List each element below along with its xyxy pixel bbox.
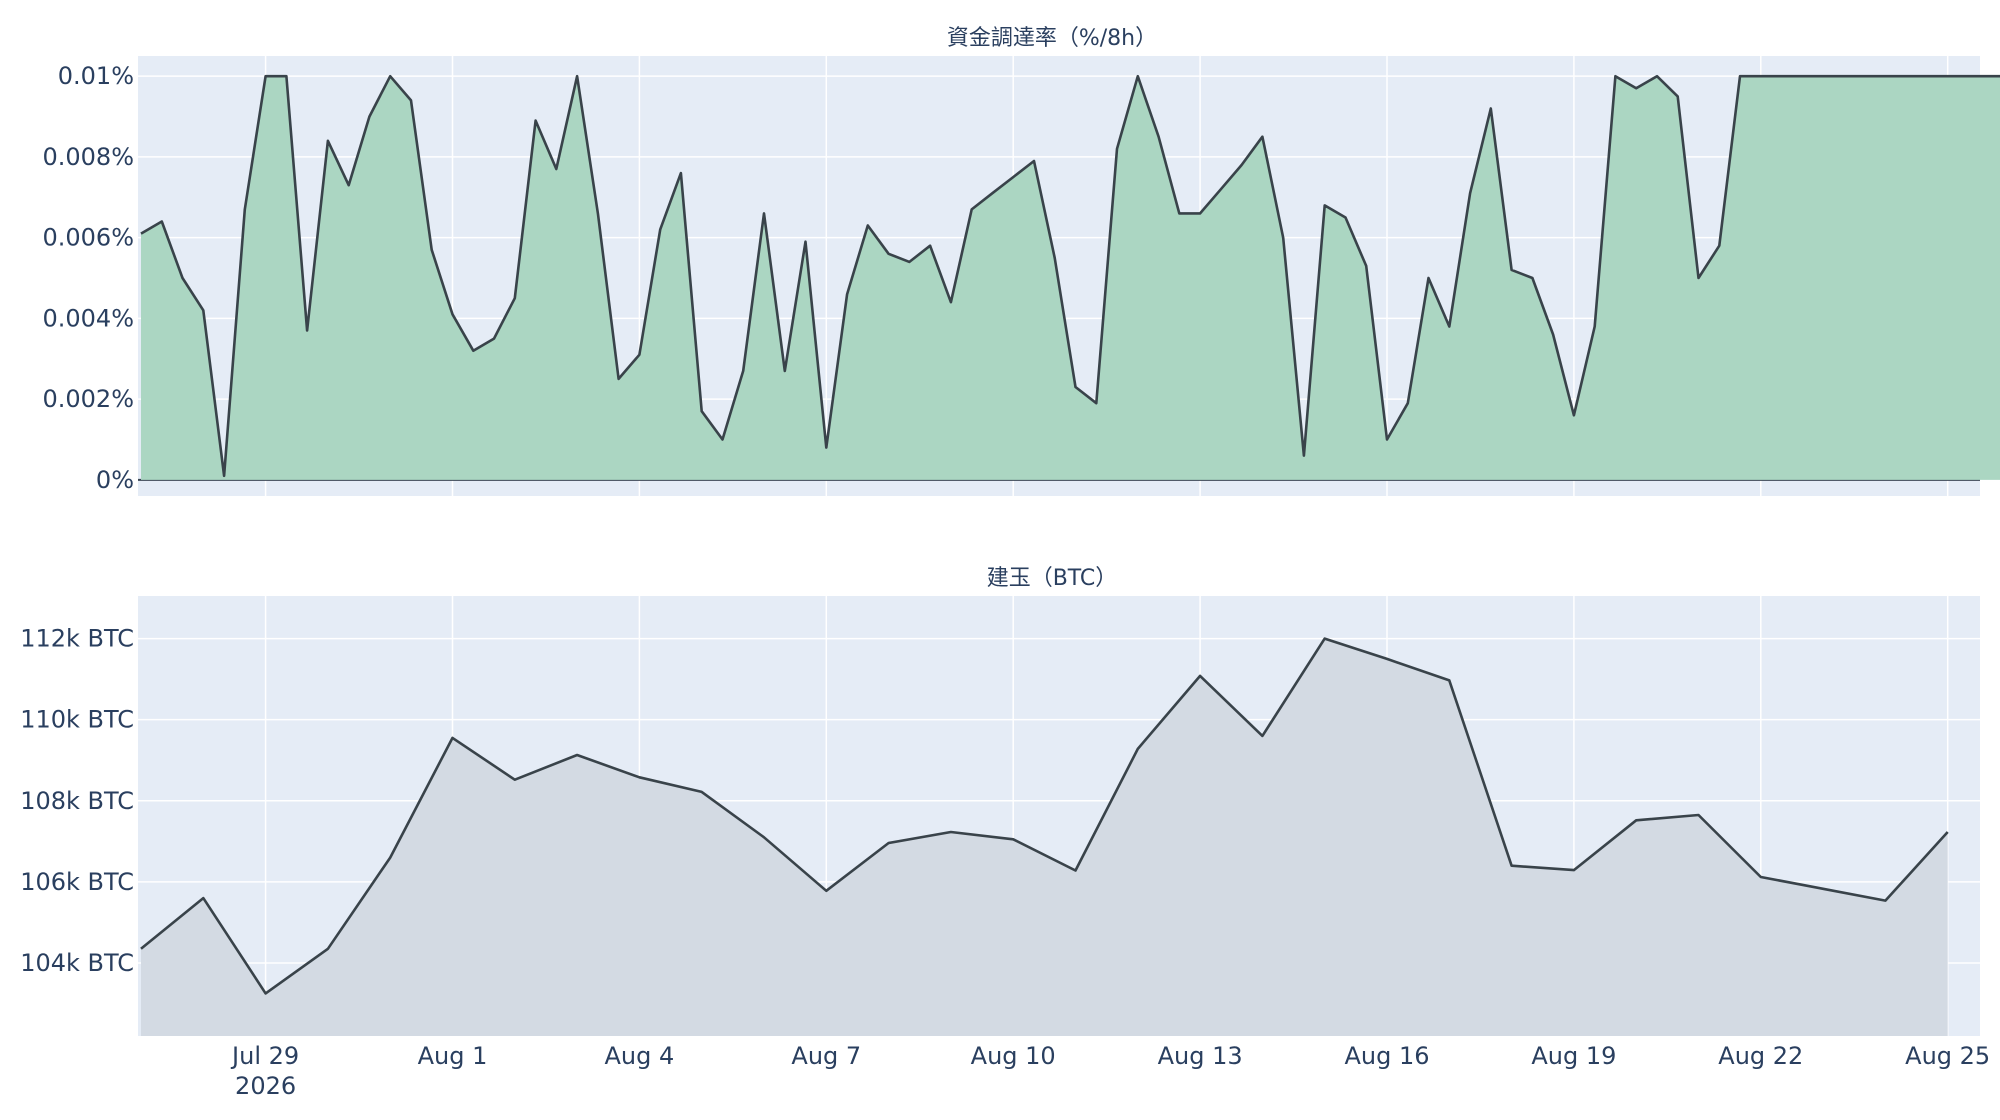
- x-tick-label: Aug 13: [1158, 1042, 1243, 1070]
- y-tick-label: 112k BTC: [20, 625, 134, 653]
- chart-title-open-interest: 建玉（BTC）: [987, 566, 1118, 591]
- open-interest-panel: 104k BTC 106k BTC 108k BTC 110k BTC 112k BTC…: [20, 566, 1980, 1036]
- y-tick-label: 0%: [96, 466, 134, 494]
- y-tick-labels: 0% 0.002% 0.004% 0.006% 0.008% 0.01%: [42, 62, 134, 494]
- x-tick-label: Aug 22: [1718, 1042, 1803, 1070]
- x-tick-labels: Jul 29 Aug 1 Aug 4 Aug 7 Aug 10 Aug 13 Aug 16 A…: [230, 1042, 1990, 1100]
- x-tick-label: Aug 4: [605, 1042, 675, 1070]
- y-tick-label: 106k BTC: [20, 868, 134, 896]
- y-tick-label: 0.002%: [42, 385, 134, 413]
- y-tick-label: 0.004%: [42, 304, 134, 332]
- x-tick-label: Aug 10: [971, 1042, 1056, 1070]
- chart-title-funding-rate: 資金調達率（%/8h）: [947, 26, 1157, 51]
- y-tick-labels: 104k BTC 106k BTC 108k BTC 110k BTC 112k BTC: [20, 625, 134, 977]
- x-tick-label: Jul 29: [230, 1042, 299, 1070]
- y-tick-label: 0.01%: [58, 62, 134, 90]
- y-tick-label: 104k BTC: [20, 949, 134, 977]
- y-tick-label: 108k BTC: [20, 787, 134, 815]
- x-tick-label: Aug 7: [791, 1042, 861, 1070]
- x-tick-label: Aug 16: [1344, 1042, 1429, 1070]
- y-tick-label: 0.006%: [42, 224, 134, 252]
- funding-rate-panel: 0% 0.002% 0.004% 0.006% 0.008% 0.01% 資金調達率（%/…: [42, 26, 2000, 496]
- y-tick-label: 110k BTC: [20, 706, 134, 734]
- x-tick-label: Aug 25: [1905, 1042, 1990, 1070]
- y-tick-label: 0.008%: [42, 143, 134, 171]
- x-year-label: 2026: [235, 1072, 296, 1100]
- chart-canvas: 0% 0.002% 0.004% 0.006% 0.008% 0.01% 資金調達率（%/…: [20, 26, 2000, 1100]
- x-tick-label: Aug 19: [1531, 1042, 1616, 1070]
- x-tick-label: Aug 1: [418, 1042, 488, 1070]
